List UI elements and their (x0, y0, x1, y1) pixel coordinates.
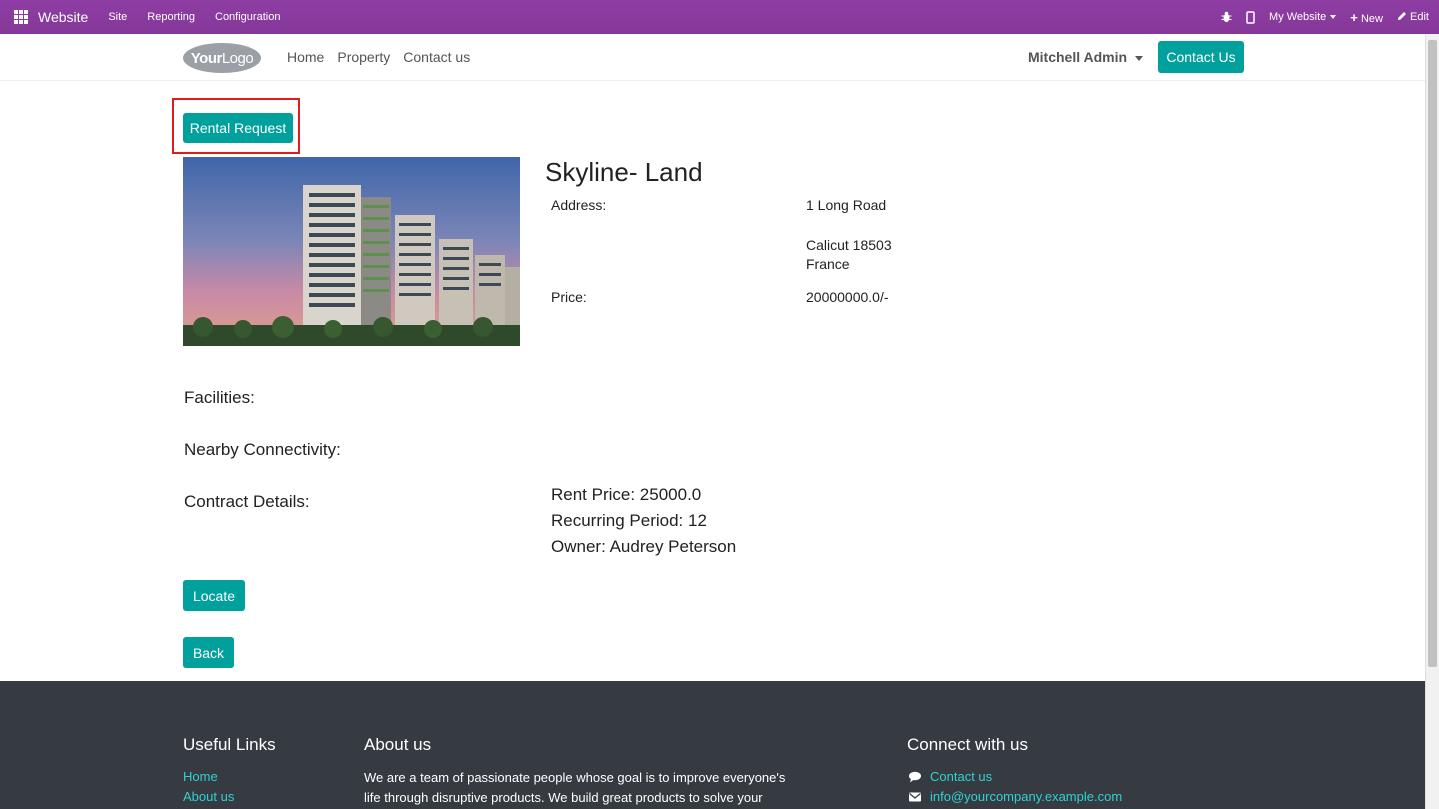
contact-us-button[interactable]: Contact Us (1158, 41, 1244, 73)
main-nav: Home Property Contact us (287, 49, 470, 65)
footer-link-about-us[interactable]: About us (183, 789, 234, 804)
nearby-connectivity-label: Nearby Connectivity: (184, 440, 341, 459)
address-label: Address: (551, 197, 607, 213)
admin-brand[interactable]: Website (38, 9, 88, 25)
pencil-icon (1397, 12, 1406, 20)
mobile-preview-icon[interactable] (1246, 10, 1255, 24)
scrollbar-thumb[interactable] (1428, 40, 1437, 667)
apps-grid-icon[interactable] (14, 10, 28, 24)
footer-email-link[interactable]: info@yourcompany.example.com (930, 789, 1122, 804)
rental-request-button[interactable]: Rental Request (183, 113, 293, 143)
new-button[interactable]: + New (1350, 10, 1383, 25)
footer-link-home[interactable]: Home (183, 769, 218, 784)
my-website-dropdown[interactable]: My Website (1269, 11, 1337, 23)
user-name: Mitchell Admin (1028, 49, 1128, 65)
nav-property[interactable]: Property (337, 49, 390, 65)
site-header: Your Logo Home Property Contact us Mitche… (0, 34, 1425, 81)
user-menu[interactable]: Mitchell Admin (1028, 49, 1144, 65)
nav-home[interactable]: Home (287, 49, 324, 65)
page-scrollbar[interactable] (1425, 34, 1439, 809)
owner: Owner: Audrey Peterson (551, 537, 737, 556)
contract-details-label: Contract Details: (184, 492, 310, 511)
connect-title: Connect with us (907, 735, 1028, 754)
nav-contact-us[interactable]: Contact us (403, 49, 470, 65)
chevron-down-icon (1330, 15, 1337, 20)
logo-bold-text: Your (190, 49, 223, 67)
site-logo[interactable]: Your Logo (183, 43, 261, 73)
recurring-period: Recurring Period: 12 (551, 511, 707, 530)
address-line-1: 1 Long Road (806, 197, 887, 213)
facilities-label: Facilities: (184, 388, 255, 407)
admin-bar: Website Site Reporting Configuration My … (0, 0, 1439, 34)
new-label: New (1360, 12, 1383, 25)
useful-links-title: Useful Links (183, 735, 276, 754)
back-button[interactable]: Back (183, 637, 234, 668)
address-line-3: France (806, 256, 850, 272)
envelope-icon (909, 792, 921, 802)
footer-contact-link[interactable]: Contact us (930, 769, 992, 784)
locate-button[interactable]: Locate (183, 580, 245, 611)
chevron-down-icon (1135, 55, 1144, 61)
price-label: Price: (551, 289, 587, 305)
plus-icon: + (1350, 9, 1358, 25)
address-line-2: Calicut 18503 (806, 237, 892, 253)
admin-menu-reporting[interactable]: Reporting (147, 11, 195, 23)
about-us-title: About us (364, 735, 432, 754)
price-value: 20000000.0/- (806, 289, 889, 305)
property-title: Skyline- Land (545, 157, 703, 187)
logo-light-text: Logo (221, 49, 254, 67)
site-footer: Useful Links Home About us About us We a… (0, 681, 1425, 809)
comment-icon (909, 771, 921, 783)
edit-label: Edit (1410, 11, 1429, 23)
bug-icon[interactable] (1221, 11, 1232, 23)
property-image (183, 157, 520, 346)
admin-menu-site[interactable]: Site (108, 11, 127, 23)
edit-button[interactable]: Edit (1397, 11, 1429, 23)
rent-price: Rent Price: 25000.0 (551, 485, 702, 504)
admin-menu-configuration[interactable]: Configuration (215, 11, 280, 23)
about-us-text: We are a team of passionate people whose… (364, 770, 786, 805)
my-website-label: My Website (1269, 11, 1327, 23)
